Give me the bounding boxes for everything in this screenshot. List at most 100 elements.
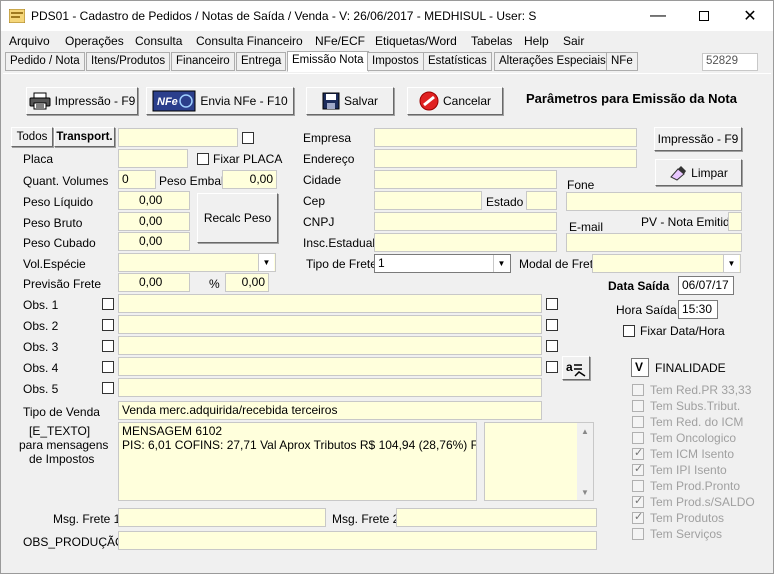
obs4-field[interactable] [118, 357, 542, 376]
flag-label: Tem ICM Isento [650, 447, 735, 461]
quant-volumes-label: Quant. Volumes [23, 174, 109, 188]
cancel-button[interactable]: Cancelar [407, 87, 503, 115]
transport-checkbox[interactable] [242, 132, 254, 144]
obs1-field[interactable] [118, 294, 542, 313]
tab-financeiro[interactable]: Financeiro [171, 52, 235, 71]
close-button[interactable]: ✕ [727, 1, 773, 31]
cidade-field[interactable] [374, 170, 557, 189]
obs3-checkbox[interactable] [102, 340, 114, 352]
quant-volumes-field[interactable]: 0 [118, 170, 156, 189]
e-texto-aux-textarea[interactable]: ▲ ▼ [484, 422, 594, 501]
email-field[interactable] [566, 233, 742, 252]
fixar-data-hora-label: Fixar Data/Hora [640, 324, 725, 338]
scroll-up-icon[interactable]: ▲ [577, 423, 593, 439]
tab-impostos[interactable]: Impostos [367, 52, 424, 71]
tab-itens-produtos[interactable]: Itens/Produtos [86, 52, 171, 71]
transport-button[interactable]: Transport. [54, 127, 115, 147]
limpar-button[interactable]: Limpar [655, 159, 742, 186]
tipo-venda-field[interactable]: Venda merc.adquirida/recebida terceiros [118, 401, 542, 420]
recalc-peso-button[interactable]: Recalc Peso [197, 193, 278, 243]
percent-field[interactable]: 0,00 [225, 273, 269, 292]
minimize-button[interactable]: — [635, 1, 681, 31]
hora-saida-field[interactable]: 15:30 [678, 300, 718, 319]
modal-frete-select[interactable]: ▼ [592, 254, 741, 273]
menu-nfe-ecf[interactable]: NFe/ECF [315, 34, 365, 48]
e-texto-textarea[interactable]: MENSAGEM 6102 PIS: 6,01 COFINS: 27,71 Va… [118, 422, 477, 501]
send-nfe-button[interactable]: NFe Envia NFe - F10 [146, 87, 294, 115]
tab-alteracoes-especiais[interactable]: Alterações Especiais [494, 52, 611, 71]
todos-button[interactable]: Todos [11, 127, 53, 147]
pv-nota-emitida-field[interactable] [728, 212, 742, 231]
obs1-label: Obs. 1 [23, 298, 59, 312]
peso-embal-field[interactable]: 0,00 [222, 170, 277, 189]
menu-operacoes[interactable]: Operações [65, 34, 124, 48]
chevron-down-icon[interactable]: ▼ [493, 255, 509, 272]
window-title: PDS01 - Cadastro de Pedidos / Notas de S… [31, 9, 537, 23]
tab-estatisticas[interactable]: Estatísticas [423, 52, 492, 71]
msg-frete-1-field[interactable] [118, 508, 326, 527]
spellcheck-button[interactable]: a [562, 356, 590, 380]
obs2-checkbox[interactable] [102, 319, 114, 331]
insc-estadual-field[interactable] [374, 233, 557, 252]
tipo-frete-select[interactable]: 1 ▼ [374, 254, 511, 273]
main-window: PDS01 - Cadastro de Pedidos / Notas de S… [0, 0, 774, 574]
obs-producao-field[interactable] [118, 531, 597, 550]
fone-field[interactable] [566, 192, 742, 211]
send-nfe-button-label: Envia NFe - F10 [200, 94, 288, 108]
peso-bruto-label: Peso Bruto [23, 216, 83, 230]
obs5-field[interactable] [118, 378, 542, 397]
finalidade-field[interactable]: V [631, 358, 649, 377]
flag-label: Tem Serviços [650, 527, 723, 541]
menu-consulta-financeiro[interactable]: Consulta Financeiro [196, 34, 303, 48]
fone-label: Fone [567, 178, 595, 192]
estado-field[interactable] [526, 191, 557, 210]
menu-help[interactable]: Help [524, 34, 549, 48]
endereco-field[interactable] [374, 149, 637, 168]
fixar-placa-checkbox[interactable] [197, 153, 209, 165]
menu-etiquetas-word[interactable]: Etiquetas/Word [375, 34, 457, 48]
menu-consulta[interactable]: Consulta [135, 34, 182, 48]
previsao-frete-field[interactable]: 0,00 [118, 273, 190, 292]
tab-emissao-nota[interactable]: Emissão Nota [287, 51, 369, 72]
obs2-right-checkbox[interactable] [546, 319, 558, 331]
placa-field[interactable] [118, 149, 188, 168]
fixar-data-hora-checkbox[interactable] [623, 325, 635, 337]
menu-sair[interactable]: Sair [563, 34, 584, 48]
print-button[interactable]: Impressão - F9 [26, 87, 138, 115]
vol-especie-select[interactable]: ▼ [118, 253, 276, 272]
cep-field[interactable] [374, 191, 482, 210]
menu-arquivo[interactable]: Arquivo [9, 34, 50, 48]
tab-nfe[interactable]: NFe [606, 52, 638, 71]
cnpj-field[interactable] [374, 212, 557, 231]
save-button[interactable]: Salvar [306, 87, 394, 115]
data-saida-field[interactable]: 06/07/17 [678, 276, 734, 295]
peso-liquido-field[interactable]: 0,00 [118, 191, 190, 210]
floppy-icon [322, 92, 340, 110]
obs5-checkbox[interactable] [102, 382, 114, 394]
msg-frete-2-field[interactable] [396, 508, 597, 527]
e-texto-scrollbar[interactable]: ▲ ▼ [577, 423, 593, 500]
print-button-2[interactable]: Impressão - F9 [654, 127, 742, 151]
nfe-icon: NFe [152, 90, 196, 112]
transport-field[interactable] [118, 128, 238, 147]
cidade-label: Cidade [303, 173, 342, 187]
menu-tabelas[interactable]: Tabelas [471, 34, 512, 48]
pv-nota-emitida-label: PV - Nota Emitida [641, 215, 737, 229]
obs3-field[interactable] [118, 336, 542, 355]
scroll-down-icon[interactable]: ▼ [577, 484, 593, 500]
peso-cubado-field[interactable]: 0,00 [118, 232, 190, 251]
chevron-down-icon[interactable]: ▼ [258, 254, 274, 271]
obs3-right-checkbox[interactable] [546, 340, 558, 352]
tab-pedido-nota[interactable]: Pedido / Nota [5, 52, 85, 71]
obs1-right-checkbox[interactable] [546, 298, 558, 310]
tipo-frete-value: 1 [378, 256, 385, 270]
chevron-down-icon[interactable]: ▼ [723, 255, 739, 272]
maximize-button[interactable] [681, 1, 727, 31]
obs2-field[interactable] [118, 315, 542, 334]
empresa-field[interactable] [374, 128, 637, 147]
obs1-checkbox[interactable] [102, 298, 114, 310]
obs4-checkbox[interactable] [102, 361, 114, 373]
peso-bruto-field[interactable]: 0,00 [118, 212, 190, 231]
obs4-right-checkbox[interactable] [546, 361, 558, 373]
tab-entrega[interactable]: Entrega [236, 52, 287, 71]
